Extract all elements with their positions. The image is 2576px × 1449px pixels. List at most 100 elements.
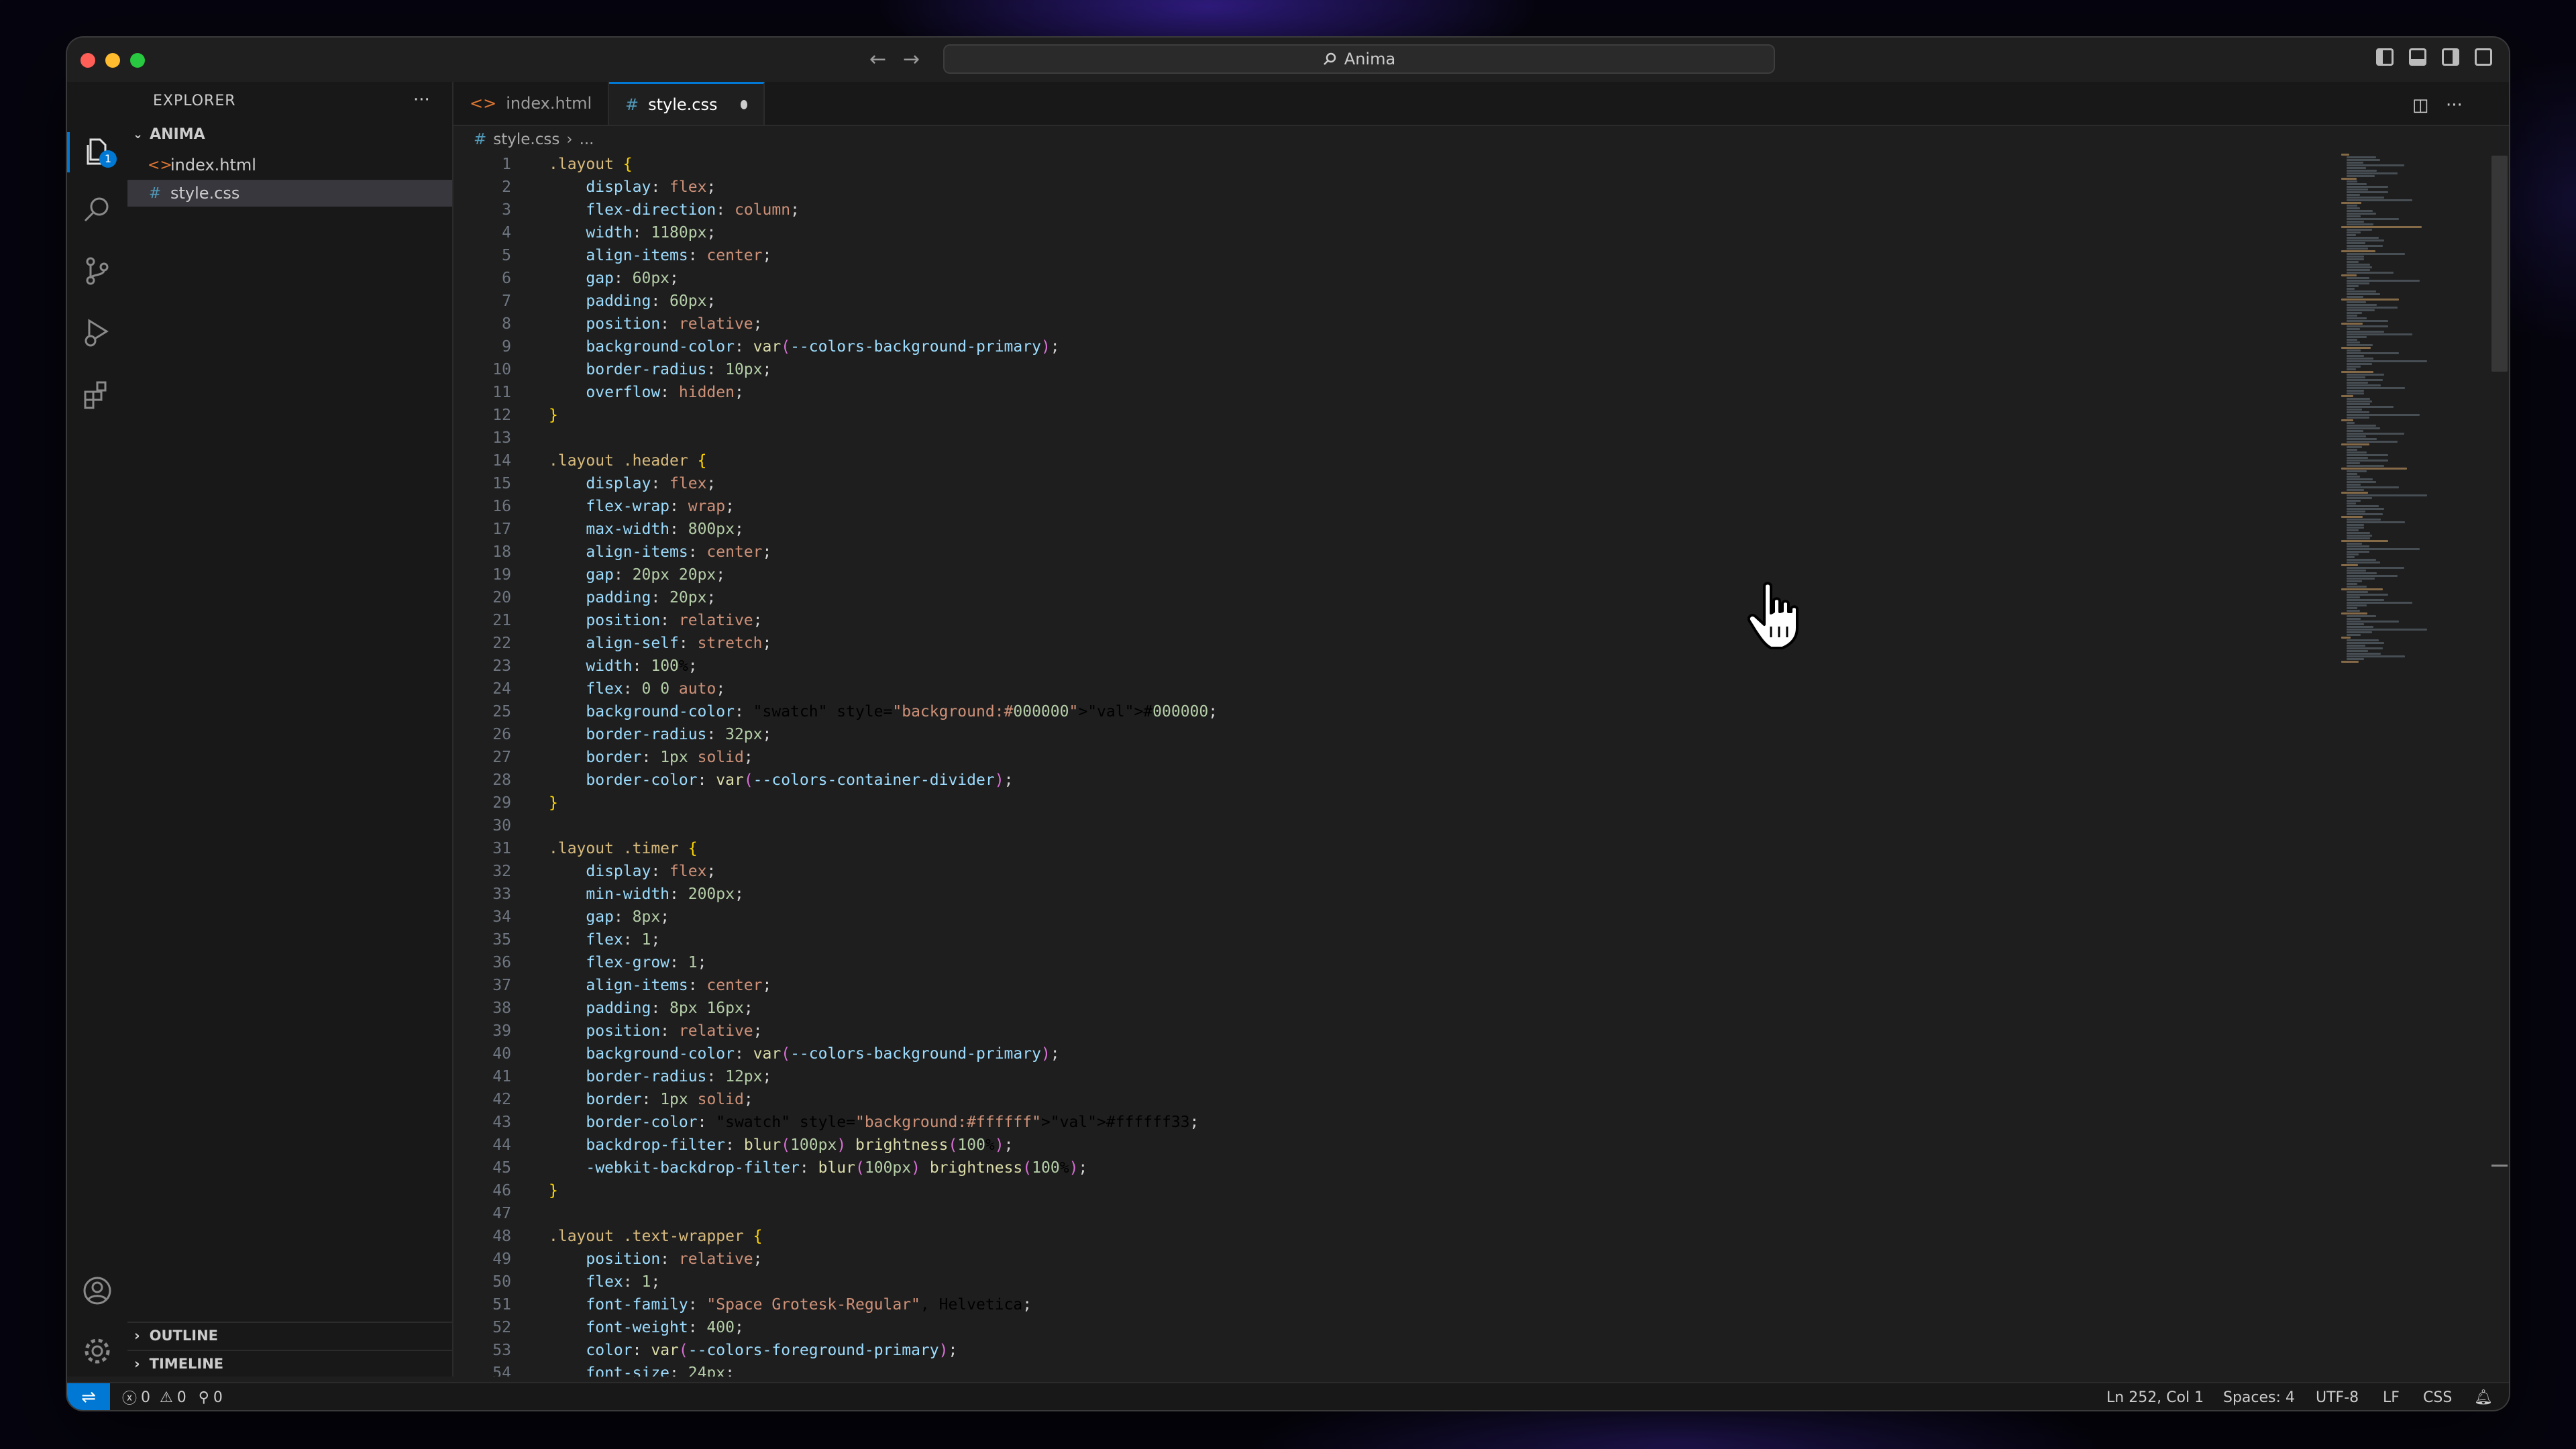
code-line[interactable]: 11 overflow: hidden; [453, 381, 2399, 404]
minimap[interactable] [2341, 153, 2486, 1377]
code-line[interactable]: 24 flex: 0 0 auto; [453, 678, 2399, 700]
timeline-section[interactable]: › TIMELINE [127, 1350, 452, 1377]
code-line[interactable]: 22 align-self: stretch; [453, 632, 2399, 655]
toggle-panel-icon[interactable] [2409, 48, 2426, 66]
code-line[interactable]: 3 flex-direction: column; [453, 199, 2399, 221]
code-line[interactable]: 41 border-radius: 12px; [453, 1065, 2399, 1088]
code-line[interactable]: 17 max-width: 800px; [453, 518, 2399, 541]
breadcrumb-rest[interactable]: ... [580, 131, 594, 148]
vertical-scrollbar[interactable] [2491, 156, 2508, 372]
code-editor[interactable]: 1 .layout {2 display: flex; 3 flex-directi… [453, 153, 2399, 1377]
code-line[interactable]: 10 border-radius: 10px; [453, 358, 2399, 381]
code-line[interactable]: 29} [453, 792, 2399, 814]
code-line[interactable]: 39 position: relative; [453, 1020, 2399, 1042]
code-line[interactable]: 40 background-color: var(--colors-backgr… [453, 1042, 2399, 1065]
code-line[interactable]: 13 [453, 427, 2399, 449]
toggle-secondary-sidebar-icon[interactable] [2442, 48, 2459, 66]
back-arrow-icon[interactable]: ← [869, 47, 886, 72]
customize-layout-icon[interactable] [2475, 48, 2492, 66]
account-icon[interactable] [81, 1275, 113, 1307]
code-line[interactable]: 28 border-color: var(--colors-container-… [453, 769, 2399, 792]
line-number: 28 [492, 771, 511, 789]
code-line[interactable]: 44 backdrop-filter: blur(100px) brightne… [453, 1134, 2399, 1157]
code-line[interactable]: 14 .layout .header { [453, 449, 2399, 472]
code-line[interactable]: 49 position: relative; [453, 1248, 2399, 1271]
line-number: 5 [502, 247, 511, 264]
breadcrumb-file[interactable]: style.css [493, 131, 559, 148]
code-line[interactable]: 38 padding: 8px 16px; [453, 997, 2399, 1020]
code-line[interactable]: 19 gap: 20px 20px; [453, 564, 2399, 586]
maximize-window-button[interactable] [130, 53, 145, 68]
code-line[interactable]: 45 -webkit-backdrop-filter: blur(100px) … [453, 1157, 2399, 1179]
tab-style-css[interactable]: # style.css [609, 82, 765, 125]
code-line[interactable]: 8 position: relative; [453, 313, 2399, 335]
code-line[interactable]: 48 .layout .text-wrapper { [453, 1225, 2399, 1248]
run-debug-icon[interactable] [81, 317, 113, 349]
code-line[interactable]: 9 background-color: var(--colors-backgro… [453, 335, 2399, 358]
code-line[interactable]: 4 width: 1180px; [453, 221, 2399, 244]
indentation[interactable]: Spaces: 4 [2223, 1383, 2295, 1410]
toggle-primary-sidebar-icon[interactable] [2376, 48, 2394, 66]
code-line[interactable]: 52 font-weight: 400; [453, 1316, 2399, 1339]
code-line[interactable]: 1 .layout { [453, 153, 2399, 176]
code-line[interactable]: 30 [453, 814, 2399, 837]
line-number: 38 [492, 1000, 511, 1017]
code-line[interactable]: 32 display: flex; [453, 860, 2399, 883]
code-line[interactable]: 5 align-items: center; [453, 244, 2399, 267]
code-line[interactable]: 35 flex: 1; [453, 928, 2399, 951]
unsaved-dot-icon[interactable] [740, 99, 747, 109]
language-mode[interactable]: CSS [2423, 1383, 2452, 1410]
code-line[interactable]: 31 .layout .timer { [453, 837, 2399, 860]
settings-gear-icon[interactable] [81, 1335, 113, 1367]
code-line[interactable]: 25 background-color: "swatch" style="bac… [453, 700, 2399, 723]
code-line[interactable]: 7 padding: 60px; [453, 290, 2399, 313]
problems-indicator[interactable]: ⓧ 0 ⚠ 0 [122, 1387, 186, 1408]
minimap-line [2347, 583, 2357, 585]
command-center-search[interactable]: Anima [943, 44, 1775, 74]
remote-indicator[interactable]: ⇌ [67, 1383, 110, 1410]
code-line[interactable]: 51 font-family: "Space Grotesk-Regular",… [453, 1293, 2399, 1316]
file-style-css[interactable]: # style.css [127, 180, 452, 207]
code-line[interactable]: 54 font-size: 24px; [453, 1362, 2399, 1377]
code-line[interactable]: 34 gap: 8px; [453, 906, 2399, 928]
source-control-icon[interactable] [81, 255, 113, 287]
more-actions-icon[interactable]: ··· [2446, 95, 2463, 115]
code-line[interactable]: 21 position: relative; [453, 609, 2399, 632]
notifications-bell-icon[interactable]: 🔔︎ [2474, 1383, 2493, 1410]
more-actions-icon[interactable]: ··· [413, 90, 430, 110]
outline-section[interactable]: › OUTLINE [127, 1322, 452, 1348]
forward-arrow-icon[interactable]: → [903, 47, 920, 72]
code-line[interactable]: 15 display: flex; [453, 472, 2399, 495]
code-line[interactable]: 50 flex: 1; [453, 1271, 2399, 1293]
code-line[interactable]: 6 gap: 60px; [453, 267, 2399, 290]
code-line[interactable]: 27 border: 1px solid; [453, 746, 2399, 769]
cursor-position[interactable]: Ln 252, Col 1 [2106, 1383, 2204, 1410]
code-line[interactable]: 12} [453, 404, 2399, 427]
code-line[interactable]: 43 border-color: "swatch" style="backgro… [453, 1111, 2399, 1134]
tab-index-html[interactable]: <> index.html [453, 82, 609, 125]
close-window-button[interactable] [80, 53, 95, 68]
encoding[interactable]: UTF-8 [2316, 1383, 2359, 1410]
code-line[interactable]: 18 align-items: center; [453, 541, 2399, 564]
folder-anima[interactable]: ⌄ ANIMA [133, 126, 205, 143]
code-line[interactable]: 37 align-items: center; [453, 974, 2399, 997]
code-line[interactable]: 2 display: flex; [453, 176, 2399, 199]
code-line[interactable]: 53 color: var(--colors-foreground-primar… [453, 1339, 2399, 1362]
code-line[interactable]: 20 padding: 20px; [453, 586, 2399, 609]
ports-indicator[interactable]: ⚲ 0 [199, 1389, 223, 1406]
extensions-icon[interactable] [81, 378, 113, 411]
end-of-line[interactable]: LF [2383, 1383, 2400, 1410]
search-icon[interactable] [81, 193, 113, 225]
code-line[interactable]: 26 border-radius: 32px; [453, 723, 2399, 746]
split-editor-icon[interactable]: ◫ [2412, 95, 2429, 115]
code-line[interactable]: 33 min-width: 200px; [453, 883, 2399, 906]
code-line[interactable]: 42 border: 1px solid; [453, 1088, 2399, 1111]
code-line[interactable]: 47 [453, 1202, 2399, 1225]
code-line[interactable]: 46} [453, 1179, 2399, 1202]
minimap-line [2347, 290, 2376, 292]
code-line[interactable]: 36 flex-grow: 1; [453, 951, 2399, 974]
code-line[interactable]: 16 flex-wrap: wrap; [453, 495, 2399, 518]
code-line[interactable]: 23 width: 100%; [453, 655, 2399, 678]
file-index-html[interactable]: <> index.html [127, 152, 452, 178]
minimize-window-button[interactable] [105, 53, 120, 68]
